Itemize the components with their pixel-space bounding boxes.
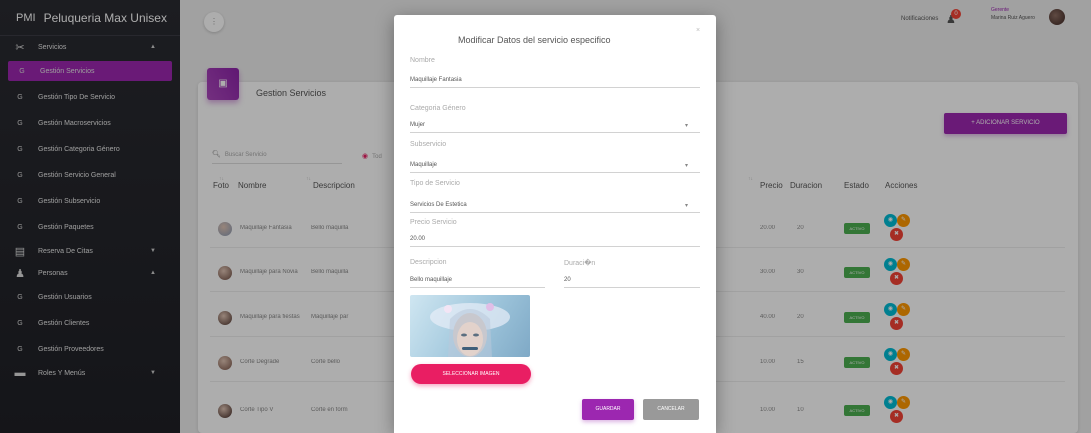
duracion-label: Duraci�n — [564, 260, 596, 267]
subservicio-select[interactable]: Maquillaje — [410, 162, 437, 168]
nombre-underline — [410, 87, 700, 88]
categoria-genero-label: Categoria Género — [410, 105, 466, 112]
modal-title: Modificar Datos del servicio especifico — [458, 35, 611, 45]
duracion-underline — [564, 287, 700, 288]
nombre-label: Nombre — [410, 57, 435, 64]
portrait-image — [430, 303, 510, 357]
close-icon[interactable]: × — [696, 27, 700, 34]
precio-label: Precio Servicio — [410, 219, 457, 226]
subservicio-underline — [410, 172, 700, 173]
duracion-field[interactable]: 20 — [564, 277, 571, 283]
tipo-servicio-label: Tipo de Servicio — [410, 180, 460, 187]
edit-service-modal: Modificar Datos del servicio especifico … — [394, 15, 716, 433]
dropdown-arrow-icon[interactable]: ▾ — [685, 122, 688, 129]
descripcion-underline — [410, 287, 545, 288]
save-button[interactable]: GUARDAR — [582, 399, 634, 420]
nombre-field[interactable]: Maquillaje Fantasia — [410, 77, 462, 83]
select-image-button[interactable]: SELECCIONAR IMAGEN — [411, 364, 531, 384]
descripcion-field[interactable]: Bello maquillaje — [410, 277, 452, 283]
dropdown-arrow-icon[interactable]: ▾ — [685, 202, 688, 209]
cancel-button[interactable]: CANCELAR — [643, 399, 699, 420]
subservicio-label: Subservicio — [410, 141, 447, 148]
precio-field[interactable]: 20.00 — [410, 236, 425, 242]
precio-underline — [410, 246, 700, 247]
descripcion-label: Descripcion — [410, 259, 447, 266]
tipo-servicio-select[interactable]: Servicios De Estetica — [410, 202, 467, 208]
tipo-servicio-underline — [410, 212, 700, 213]
categoria-underline — [410, 132, 700, 133]
service-image-preview — [410, 295, 530, 357]
dropdown-arrow-icon[interactable]: ▾ — [685, 162, 688, 169]
categoria-genero-select[interactable]: Mujer — [410, 122, 425, 128]
